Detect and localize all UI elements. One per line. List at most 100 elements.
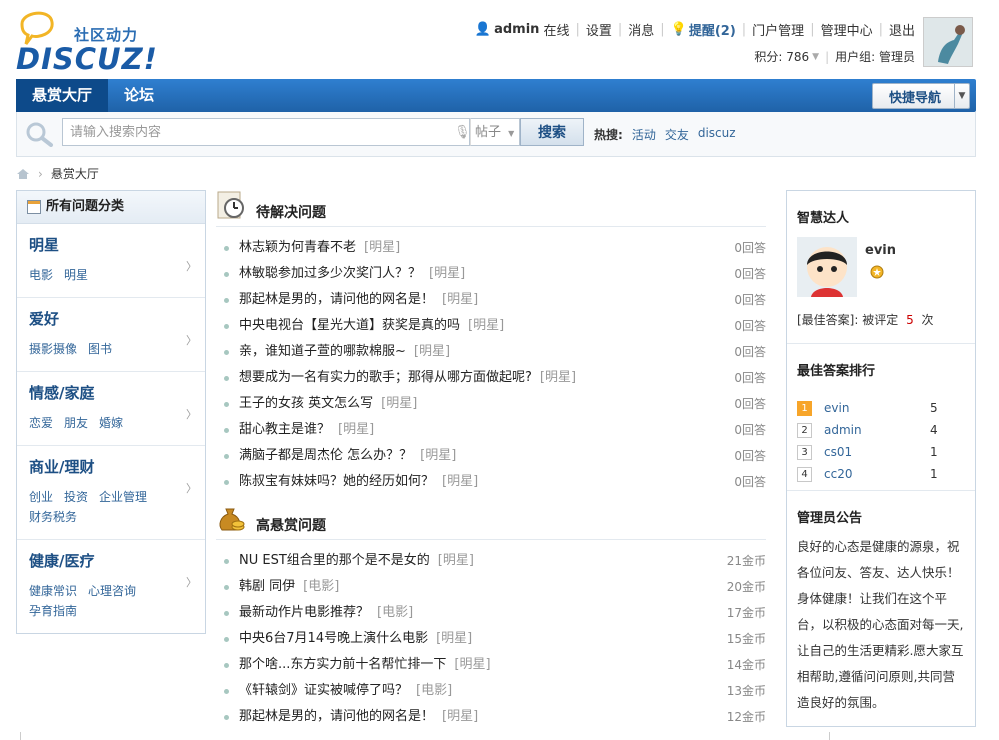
hot-term[interactable]: 活动: [632, 126, 656, 143]
rank-user-link[interactable]: evin: [824, 401, 930, 415]
question-item[interactable]: 那起林是男的，请问他的网名是！ [明星]: [239, 704, 478, 730]
messages-link[interactable]: 消息: [628, 20, 654, 39]
question-category-tag[interactable]: [明星]: [436, 631, 472, 646]
question-category-tag[interactable]: [明星]: [442, 292, 478, 307]
subcategory-link[interactable]: 企业管理: [99, 490, 147, 504]
question-title[interactable]: 那起林是男的，请问他的网名是！: [239, 292, 434, 307]
subcategory-link[interactable]: 明星: [64, 268, 88, 282]
remind-link[interactable]: 提醒(2): [689, 20, 736, 39]
question-title[interactable]: 王子的女孩 英文怎么写: [239, 396, 373, 411]
question-category-tag[interactable]: [明星]: [338, 422, 374, 437]
search-button[interactable]: 搜索: [520, 118, 584, 146]
settings-link[interactable]: 设置: [586, 20, 612, 39]
subcategory-link[interactable]: 恋爱: [29, 416, 53, 430]
points-label[interactable]: 积分: 786: [754, 48, 809, 65]
question-category-tag[interactable]: [明星]: [414, 344, 450, 359]
category-title[interactable]: 爱好: [29, 308, 193, 329]
question-item[interactable]: 韩剧 同伊 [电影]: [239, 574, 339, 600]
question-item[interactable]: 中央电视台【星光大道】获奖是真的吗 [明星]: [239, 313, 504, 339]
subcategory-link[interactable]: 电影: [29, 268, 53, 282]
subcategory-link[interactable]: 创业: [29, 490, 53, 504]
question-item[interactable]: 陈叔宝有妹妹吗？她的经历如何？ [明星]: [239, 469, 478, 495]
question-category-tag[interactable]: [明星]: [540, 370, 576, 385]
question-item[interactable]: 最新动作片电影推荐？ [电影]: [239, 600, 413, 626]
question-item[interactable]: 满脑子都是周杰伦 怎么办？？ [明星]: [239, 443, 456, 469]
question-category-tag[interactable]: [电影]: [303, 579, 339, 594]
quick-nav-button[interactable]: 快捷导航 ▼: [872, 83, 970, 109]
question-title[interactable]: 陈叔宝有妹妹吗？她的经历如何？: [239, 474, 434, 489]
question-title[interactable]: 那个啥...东方实力前十名帮忙排一下: [239, 657, 446, 672]
question-category-tag[interactable]: [明星]: [420, 448, 456, 463]
category-hobby[interactable]: 爱好 摄影摄像 图书 〉: [17, 298, 205, 372]
rank-user-link[interactable]: cs01: [824, 445, 930, 459]
question-title[interactable]: 林敏聪参加过多少次奖门人？？: [239, 266, 421, 281]
question-title[interactable]: NU EST组合里的那个是不是女的: [239, 553, 430, 568]
category-title[interactable]: 商业/理财: [29, 456, 193, 477]
question-item[interactable]: 那个啥...东方实力前十名帮忙排一下 [明星]: [239, 652, 491, 678]
logout-link[interactable]: 退出: [889, 20, 915, 39]
nav-tab-reward-hall[interactable]: 悬赏大厅: [16, 79, 108, 112]
question-item[interactable]: 《轩辕剑》证实被喊停了吗？ [电影]: [239, 678, 452, 704]
question-category-tag[interactable]: [明星]: [468, 318, 504, 333]
question-title[interactable]: 韩剧 同伊: [239, 579, 295, 594]
microphone-icon[interactable]: 🎙: [454, 125, 471, 140]
subcategory-link[interactable]: 心理咨询: [88, 584, 136, 598]
discuz-logo[interactable]: 社区动力 DISCUZ!: [16, 6, 157, 76]
question-category-tag[interactable]: [明星]: [454, 657, 490, 672]
hot-term[interactable]: discuz: [698, 126, 736, 143]
expert-avatar[interactable]: [797, 237, 857, 297]
subcategory-link[interactable]: 图书: [88, 342, 112, 356]
question-item[interactable]: NU EST组合里的那个是不是女的 [明星]: [239, 548, 474, 574]
question-title[interactable]: 亲，谁知道子萱的哪款棉服~: [239, 344, 406, 359]
subcategory-link[interactable]: 健康常识: [29, 584, 77, 598]
nav-tab-forum[interactable]: 论坛: [108, 79, 170, 112]
question-title[interactable]: 那起林是男的，请问他的网名是！: [239, 709, 434, 724]
subcategory-link[interactable]: 婚嫁: [99, 416, 123, 430]
question-item[interactable]: 亲，谁知道子萱的哪款棉服~ [明星]: [239, 339, 450, 365]
question-item[interactable]: 想要成为一名有实力的歌手；那得从哪方面做起呢? [明星]: [239, 365, 576, 391]
question-title[interactable]: 中央电视台【星光大道】获奖是真的吗: [239, 318, 460, 333]
category-family[interactable]: 情感/家庭 恋爱 朋友 婚嫁 〉: [17, 372, 205, 446]
category-title[interactable]: 健康/医疗: [29, 550, 193, 571]
question-category-tag[interactable]: [明星]: [442, 474, 478, 489]
home-icon[interactable]: [16, 168, 30, 180]
category-title[interactable]: 情感/家庭: [29, 382, 193, 403]
hot-term[interactable]: 交友: [665, 126, 689, 143]
subcategory-link[interactable]: 投资: [64, 490, 88, 504]
question-category-tag[interactable]: [明星]: [429, 266, 465, 281]
rank-user-link[interactable]: admin: [824, 423, 930, 437]
username-link[interactable]: admin: [494, 22, 539, 37]
question-title[interactable]: 甜心教主是谁？: [239, 422, 330, 437]
user-avatar[interactable]: [923, 17, 973, 67]
breadcrumb-current[interactable]: 悬赏大厅: [51, 165, 99, 182]
question-title[interactable]: 想要成为一名有实力的歌手；那得从哪方面做起呢?: [239, 370, 532, 385]
category-title[interactable]: 明星: [29, 234, 193, 255]
question-category-tag[interactable]: [电影]: [377, 605, 413, 620]
question-category-tag[interactable]: [电影]: [416, 683, 452, 698]
question-title[interactable]: 满脑子都是周杰伦 怎么办？？: [239, 448, 412, 463]
question-item[interactable]: 那起林是男的，请问他的网名是！ [明星]: [239, 287, 478, 313]
subcategory-link[interactable]: 财务税务: [29, 510, 77, 524]
question-category-tag[interactable]: [明星]: [442, 709, 478, 724]
usergroup-label[interactable]: 用户组: 管理员: [835, 48, 915, 65]
question-item[interactable]: 王子的女孩 英文怎么写 [明星]: [239, 391, 417, 417]
search-input[interactable]: 请输入搜索内容: [62, 118, 470, 146]
question-category-tag[interactable]: [明星]: [381, 396, 417, 411]
question-title[interactable]: 中央6台7月14号晚上演什么电影: [239, 631, 428, 646]
portal-manage-link[interactable]: 门户管理: [752, 20, 804, 39]
admin-center-link[interactable]: 管理中心: [821, 20, 873, 39]
subcategory-link[interactable]: 摄影摄像: [29, 342, 77, 356]
question-title[interactable]: 林志颖为何青春不老: [239, 240, 356, 255]
question-item[interactable]: 林敏聪参加过多少次奖门人？？ [明星]: [239, 261, 465, 287]
rank-user-link[interactable]: cc20: [824, 467, 930, 481]
subcategory-link[interactable]: 朋友: [64, 416, 88, 430]
question-category-tag[interactable]: [明星]: [364, 240, 400, 255]
subcategory-link[interactable]: 孕育指南: [29, 604, 77, 618]
question-item[interactable]: 甜心教主是谁？ [明星]: [239, 417, 374, 443]
category-business[interactable]: 商业/理财 创业 投资 企业管理 财务税务 〉: [17, 446, 205, 540]
category-health[interactable]: 健康/医疗 健康常识 心理咨询 孕育指南 〉: [17, 540, 205, 634]
question-category-tag[interactable]: [明星]: [438, 553, 474, 568]
question-item[interactable]: 中央6台7月14号晚上演什么电影 [明星]: [239, 626, 472, 652]
question-item[interactable]: 林志颖为何青春不老 [明星]: [239, 235, 400, 261]
category-star[interactable]: 明星 电影 明星 〉: [17, 224, 205, 298]
